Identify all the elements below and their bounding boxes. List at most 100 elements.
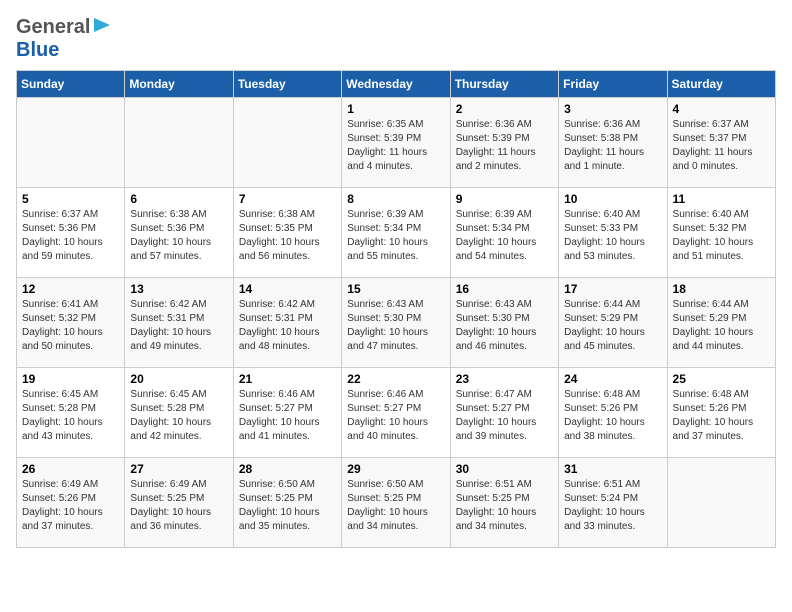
calendar-header-row: SundayMondayTuesdayWednesdayThursdayFrid…	[17, 71, 776, 98]
week-row-3: 12 Sunrise: 6:41 AM Sunset: 5:32 PM Dayli…	[17, 278, 776, 368]
calendar-cell: 20Sunrise: 6:45 AM Sunset: 5:28 PM Dayli…	[125, 368, 233, 458]
calendar-cell: 12 Sunrise: 6:41 AM Sunset: 5:32 PM Dayli…	[17, 278, 125, 368]
calendar-cell	[17, 98, 125, 188]
week-row-2: 5 Sunrise: 6:37 AM Sunset: 5:36 PM Daylig…	[17, 188, 776, 278]
day-number: 25	[673, 372, 770, 386]
calendar-cell	[233, 98, 341, 188]
day-number: 18	[673, 282, 770, 296]
day-number: 8	[347, 192, 444, 206]
calendar-cell: 7Sunrise: 6:38 AM Sunset: 5:35 PM Daylig…	[233, 188, 341, 278]
day-detail: Sunrise: 6:43 AM Sunset: 5:30 PM Dayligh…	[456, 299, 537, 352]
calendar-cell: 19 Sunrise: 6:45 AM Sunset: 5:28 PM Dayli…	[17, 368, 125, 458]
day-number: 6	[130, 192, 227, 206]
header-wednesday: Wednesday	[342, 71, 450, 98]
day-detail: Sunrise: 6:51 AM Sunset: 5:25 PM Dayligh…	[456, 479, 537, 532]
day-number: 20	[130, 372, 227, 386]
day-number: 10	[564, 192, 661, 206]
day-detail: Sunrise: 6:36 AM Sunset: 5:39 PM Dayligh…	[456, 119, 536, 172]
calendar-cell: 29 Sunrise: 6:50 AM Sunset: 5:25 PM Dayli…	[342, 458, 450, 548]
day-detail: Sunrise: 6:51 AM Sunset: 5:24 PM Dayligh…	[564, 479, 645, 532]
day-number: 13	[130, 282, 227, 296]
calendar-cell: 21 Sunrise: 6:46 AM Sunset: 5:27 PM Dayli…	[233, 368, 341, 458]
day-detail: Sunrise: 6:46 AM Sunset: 5:27 PM Dayligh…	[347, 389, 428, 442]
day-detail: Sunrise: 6:42 AM Sunset: 5:31 PM Dayligh…	[239, 299, 320, 352]
day-detail: Sunrise: 6:45 AM Sunset: 5:28 PM Dayligh…	[22, 389, 103, 442]
day-number: 9	[456, 192, 553, 206]
header-thursday: Thursday	[450, 71, 558, 98]
day-number: 21	[239, 372, 336, 386]
calendar-cell: 27 Sunrise: 6:49 AM Sunset: 5:25 PM Dayli…	[125, 458, 233, 548]
calendar-cell: 30Sunrise: 6:51 AM Sunset: 5:25 PM Dayli…	[450, 458, 558, 548]
day-detail: Sunrise: 6:36 AM Sunset: 5:38 PM Dayligh…	[564, 119, 644, 172]
calendar-cell: 28 Sunrise: 6:50 AM Sunset: 5:25 PM Dayli…	[233, 458, 341, 548]
calendar-cell: 8 Sunrise: 6:39 AM Sunset: 5:34 PM Daylig…	[342, 188, 450, 278]
day-number: 5	[22, 192, 119, 206]
day-detail: Sunrise: 6:39 AM Sunset: 5:34 PM Dayligh…	[456, 209, 537, 262]
calendar-cell: 10 Sunrise: 6:40 AM Sunset: 5:33 PM Dayli…	[559, 188, 667, 278]
day-number: 12	[22, 282, 119, 296]
logo: General Blue	[16, 16, 114, 62]
day-number: 19	[22, 372, 119, 386]
calendar-cell	[125, 98, 233, 188]
day-detail: Sunrise: 6:44 AM Sunset: 5:29 PM Dayligh…	[564, 299, 645, 352]
calendar-cell: 14Sunrise: 6:42 AM Sunset: 5:31 PM Dayli…	[233, 278, 341, 368]
calendar-cell: 18Sunrise: 6:44 AM Sunset: 5:29 PM Dayli…	[667, 278, 775, 368]
day-number: 31	[564, 462, 661, 476]
day-detail: Sunrise: 6:39 AM Sunset: 5:34 PM Dayligh…	[347, 209, 428, 262]
day-number: 17	[564, 282, 661, 296]
day-detail: Sunrise: 6:41 AM Sunset: 5:32 PM Dayligh…	[22, 299, 103, 352]
header-monday: Monday	[125, 71, 233, 98]
day-detail: Sunrise: 6:40 AM Sunset: 5:33 PM Dayligh…	[564, 209, 645, 262]
calendar-cell: 6 Sunrise: 6:38 AM Sunset: 5:36 PM Daylig…	[125, 188, 233, 278]
day-number: 26	[22, 462, 119, 476]
calendar-cell: 4 Sunrise: 6:37 AM Sunset: 5:37 PM Daylig…	[667, 98, 775, 188]
calendar-cell	[667, 458, 775, 548]
day-number: 15	[347, 282, 444, 296]
day-detail: Sunrise: 6:50 AM Sunset: 5:25 PM Dayligh…	[347, 479, 428, 532]
week-row-4: 19 Sunrise: 6:45 AM Sunset: 5:28 PM Dayli…	[17, 368, 776, 458]
day-number: 16	[456, 282, 553, 296]
calendar-cell: 5 Sunrise: 6:37 AM Sunset: 5:36 PM Daylig…	[17, 188, 125, 278]
day-number: 29	[347, 462, 444, 476]
week-row-1: 1Sunrise: 6:35 AM Sunset: 5:39 PM Daylig…	[17, 98, 776, 188]
day-number: 7	[239, 192, 336, 206]
day-detail: Sunrise: 6:42 AM Sunset: 5:31 PM Dayligh…	[130, 299, 211, 352]
day-number: 28	[239, 462, 336, 476]
day-detail: Sunrise: 6:49 AM Sunset: 5:26 PM Dayligh…	[22, 479, 103, 532]
day-number: 24	[564, 372, 661, 386]
calendar-cell: 13 Sunrise: 6:42 AM Sunset: 5:31 PM Dayli…	[125, 278, 233, 368]
day-number: 22	[347, 372, 444, 386]
day-number: 2	[456, 102, 553, 116]
calendar-cell: 15Sunrise: 6:43 AM Sunset: 5:30 PM Dayli…	[342, 278, 450, 368]
day-detail: Sunrise: 6:50 AM Sunset: 5:25 PM Dayligh…	[239, 479, 320, 532]
day-detail: Sunrise: 6:47 AM Sunset: 5:27 PM Dayligh…	[456, 389, 537, 442]
header-friday: Friday	[559, 71, 667, 98]
calendar-cell: 26 Sunrise: 6:49 AM Sunset: 5:26 PM Dayli…	[17, 458, 125, 548]
page-header: General Blue	[16, 16, 776, 62]
calendar-cell: 1Sunrise: 6:35 AM Sunset: 5:39 PM Daylig…	[342, 98, 450, 188]
calendar-cell: 22 Sunrise: 6:46 AM Sunset: 5:27 PM Dayli…	[342, 368, 450, 458]
day-detail: Sunrise: 6:38 AM Sunset: 5:36 PM Dayligh…	[130, 209, 211, 262]
calendar-cell: 16 Sunrise: 6:43 AM Sunset: 5:30 PM Dayli…	[450, 278, 558, 368]
day-detail: Sunrise: 6:48 AM Sunset: 5:26 PM Dayligh…	[673, 389, 754, 442]
day-detail: Sunrise: 6:37 AM Sunset: 5:36 PM Dayligh…	[22, 209, 103, 262]
calendar-cell: 31 Sunrise: 6:51 AM Sunset: 5:24 PM Dayli…	[559, 458, 667, 548]
week-row-5: 26 Sunrise: 6:49 AM Sunset: 5:26 PM Dayli…	[17, 458, 776, 548]
calendar-cell: 25 Sunrise: 6:48 AM Sunset: 5:26 PM Dayli…	[667, 368, 775, 458]
day-detail: Sunrise: 6:46 AM Sunset: 5:27 PM Dayligh…	[239, 389, 320, 442]
header-tuesday: Tuesday	[233, 71, 341, 98]
day-number: 3	[564, 102, 661, 116]
day-number: 4	[673, 102, 770, 116]
day-number: 1	[347, 102, 444, 116]
calendar-cell: 24 Sunrise: 6:48 AM Sunset: 5:26 PM Dayli…	[559, 368, 667, 458]
calendar-cell: 2 Sunrise: 6:36 AM Sunset: 5:39 PM Daylig…	[450, 98, 558, 188]
logo-blue-text: Blue	[16, 39, 59, 61]
day-detail: Sunrise: 6:49 AM Sunset: 5:25 PM Dayligh…	[130, 479, 211, 532]
day-detail: Sunrise: 6:37 AM Sunset: 5:37 PM Dayligh…	[673, 119, 753, 172]
calendar-cell: 17 Sunrise: 6:44 AM Sunset: 5:29 PM Dayli…	[559, 278, 667, 368]
calendar-cell: 3 Sunrise: 6:36 AM Sunset: 5:38 PM Daylig…	[559, 98, 667, 188]
calendar-cell: 23Sunrise: 6:47 AM Sunset: 5:27 PM Dayli…	[450, 368, 558, 458]
day-detail: Sunrise: 6:48 AM Sunset: 5:26 PM Dayligh…	[564, 389, 645, 442]
day-number: 27	[130, 462, 227, 476]
header-saturday: Saturday	[667, 71, 775, 98]
